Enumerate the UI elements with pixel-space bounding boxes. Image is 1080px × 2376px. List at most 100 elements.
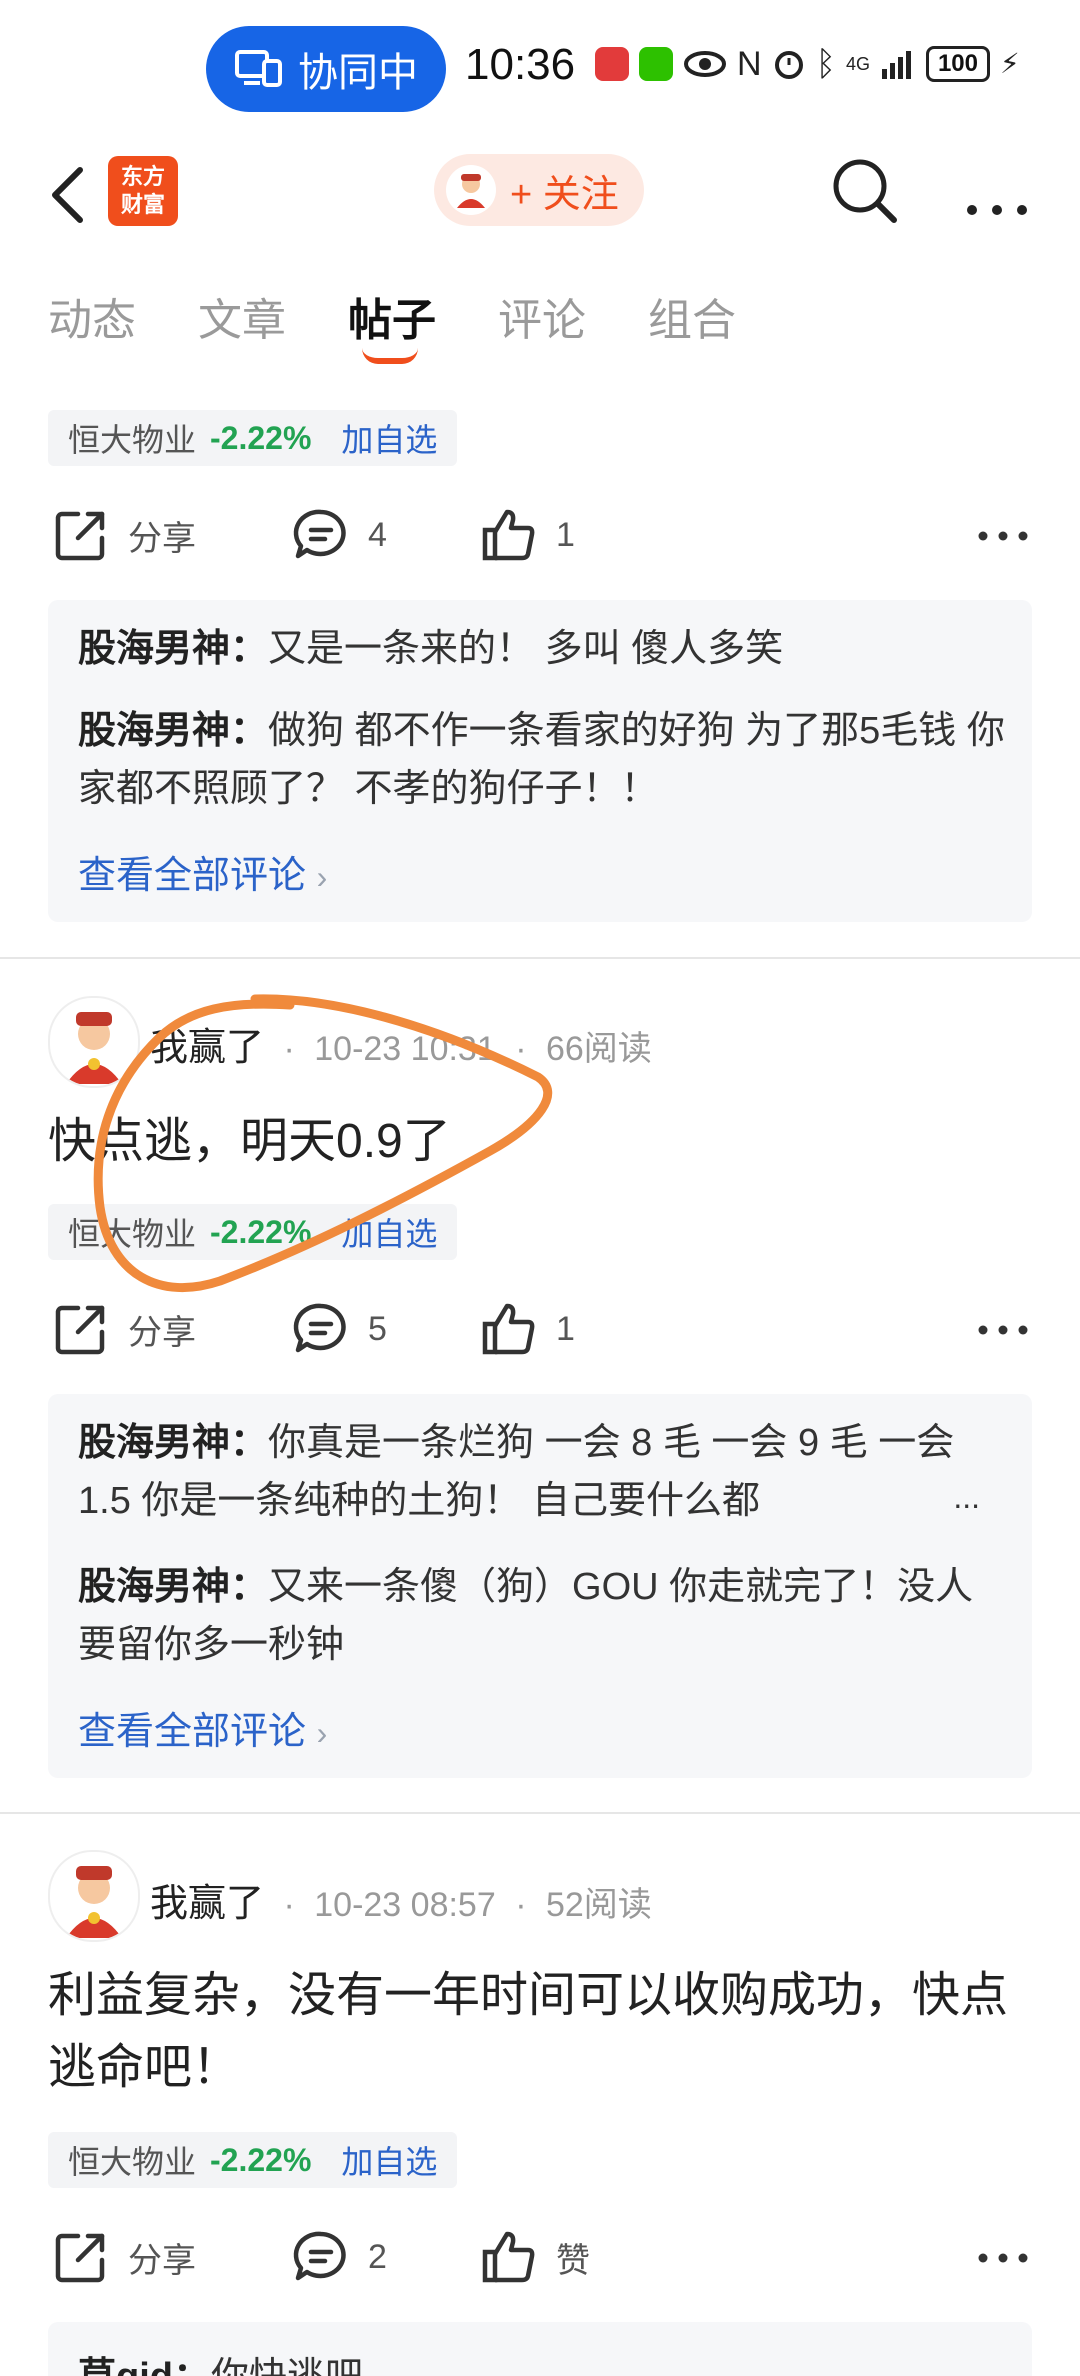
more-options-button[interactable] <box>962 160 1032 230</box>
avatar[interactable] <box>48 1850 140 1942</box>
meta-separator: · <box>515 1030 527 1068</box>
comment-button[interactable]: 2 <box>292 2228 387 2286</box>
stock-name: 恒大物业 <box>68 1216 197 1252</box>
god-of-wealth-avatar-icon <box>446 165 496 215</box>
comment-count: 4 <box>368 515 387 554</box>
comment-author[interactable]: 草gid： <box>78 2356 211 2376</box>
comment-author[interactable]: 股海男神： <box>78 1422 268 1464</box>
share-button[interactable]: 分享 <box>52 1300 196 1358</box>
follow-label: + 关注 <box>510 173 619 216</box>
thumbs-up-icon <box>482 1303 535 1355</box>
follow-button[interactable]: + 关注 <box>434 154 644 226</box>
profile-tabs: 动态 文章 帖子 评论 组合 <box>0 270 1080 370</box>
wechat-icon <box>639 47 673 81</box>
stock-name: 恒大物业 <box>68 422 197 458</box>
comment-item[interactable]: 股海男神：做狗 都不作一条看家的好狗 为了那5毛钱 你家都不照顾了？ 不孝的狗仔… <box>78 702 1008 818</box>
more-dots-icon <box>978 2253 1028 2263</box>
chevron-right-icon: › <box>316 1715 328 1751</box>
add-watchlist-link[interactable]: 加自选 <box>341 1209 437 1255</box>
like-count: 1 <box>556 1309 575 1348</box>
stock-change: -2.22% <box>210 419 312 456</box>
share-button[interactable]: 分享 <box>52 506 196 564</box>
signal-icon: 4G <box>846 55 870 73</box>
view-all-label: 查看全部评论 <box>78 855 307 897</box>
like-button[interactable]: 1 <box>480 506 575 564</box>
tab-posts[interactable]: 帖子 <box>348 284 436 348</box>
username[interactable]: 我赢了 <box>150 1883 264 1925</box>
back-button[interactable] <box>40 160 100 230</box>
comment-count: 2 <box>368 2237 387 2276</box>
view-all-comments-link[interactable]: 查看全部评论 › <box>78 844 327 899</box>
bluetooth-icon: ᛒ <box>815 45 836 83</box>
tab-dynamics[interactable]: 动态 <box>48 284 136 348</box>
stock-tag[interactable]: 恒大物业 -2.22% 加自选 <box>48 2132 458 2188</box>
comment-text: 又是一条来的！ 多叫 傻人多笑 <box>268 628 784 670</box>
comment-author[interactable]: 股海男神： <box>78 628 268 670</box>
multi-device-icon <box>235 50 282 87</box>
view-all-label: 查看全部评论 <box>78 1711 307 1753</box>
tab-comments[interactable]: 评论 <box>498 284 586 348</box>
collab-label: 协同中 <box>298 51 418 95</box>
share-label: 分享 <box>128 1313 196 1352</box>
comment-icon <box>293 1303 346 1353</box>
like-count: 1 <box>556 515 575 554</box>
stock-tag[interactable]: 恒大物业 -2.22% 加自选 <box>48 1204 458 1260</box>
comment-button[interactable]: 4 <box>292 506 387 564</box>
post-more-button[interactable] <box>975 2230 1031 2286</box>
post-actions: 分享 5 1 <box>0 1290 1080 1370</box>
username[interactable]: 我赢了 <box>150 1027 264 1069</box>
signal-bars-icon <box>881 51 911 79</box>
huawei-app-icon <box>595 47 629 81</box>
more-dots-icon <box>978 531 1028 541</box>
meta-separator: · <box>283 1886 295 1924</box>
chevron-left-icon <box>52 167 83 223</box>
collab-pill[interactable]: 协同中 <box>206 26 446 112</box>
comment-item[interactable]: 股海男神：又是一条来的！ 多叫 傻人多笑 <box>78 620 1008 678</box>
share-icon <box>55 1305 105 1355</box>
share-icon <box>55 511 105 561</box>
logo-line2: 财富 <box>120 192 165 217</box>
view-all-comments-link[interactable]: 查看全部评论 › <box>78 1700 327 1755</box>
stock-tag[interactable]: 恒大物业 -2.22% 加自选 <box>48 410 458 466</box>
charging-icon: ⚡ <box>999 48 1020 79</box>
post-body[interactable]: 利益复杂，没有一年时间可以收购成功，快点逃命吧！ <box>48 1960 1032 2104</box>
post-divider <box>0 957 1080 959</box>
comment-button[interactable]: 5 <box>292 1300 387 1358</box>
search-button[interactable] <box>830 156 900 226</box>
tab-portfolio[interactable]: 组合 <box>648 284 736 348</box>
post-actions: 分享 2 赞 <box>0 2218 1080 2298</box>
app-screen: 协同中 10:36 N ᛒ 4G 100 ⚡ 东方 财富 + 关注 动态 文章 … <box>0 0 1080 2376</box>
like-button[interactable]: 1 <box>480 1300 575 1358</box>
logo-line1: 东方 <box>120 164 165 189</box>
like-button[interactable]: 赞 <box>480 2228 590 2286</box>
post-divider <box>0 1812 1080 1814</box>
avatar[interactable] <box>48 996 140 1088</box>
thumbs-up-icon <box>482 509 535 561</box>
like-label: 赞 <box>556 2241 590 2280</box>
active-tab-indicator <box>362 348 418 364</box>
comment-item[interactable]: 股海男神：你真是一条烂狗 一会 8 毛 一会 9 毛 一会 1.5 你是一条纯种… <box>78 1414 1008 1530</box>
comment-item[interactable]: 股海男神：又来一条傻（狗）GOU 你走就完了！没人要留你多一秒钟 <box>78 1558 1008 1674</box>
comment-item[interactable]: 草gid：你快逃吧 <box>78 2348 1008 2376</box>
comment-author[interactable]: 股海男神： <box>78 710 268 752</box>
comment-count: 5 <box>368 1309 387 1348</box>
meta-separator: · <box>515 1886 527 1924</box>
nav-bar: 东方 财富 + 关注 <box>0 140 1080 250</box>
read-count: 66阅读 <box>545 1030 652 1068</box>
eastmoney-logo: 东方 财富 <box>108 156 178 226</box>
more-dots-icon <box>967 205 1027 215</box>
comment-author[interactable]: 股海男神： <box>78 1566 268 1608</box>
post-more-button[interactable] <box>975 508 1031 564</box>
add-watchlist-link[interactable]: 加自选 <box>341 415 437 461</box>
add-watchlist-link[interactable]: 加自选 <box>341 2137 437 2183</box>
post-more-button[interactable] <box>975 1302 1031 1358</box>
post-meta: 我赢了 · 10-23 08:57 · 52阅读 <box>150 1872 652 1927</box>
post-time: 10-23 08:57 <box>314 1886 496 1924</box>
god-of-wealth-avatar-icon <box>66 1012 122 1084</box>
comment-preview-box: 股海男神：又是一条来的！ 多叫 傻人多笑 股海男神：做狗 都不作一条看家的好狗 … <box>48 600 1032 922</box>
eye-icon <box>684 51 726 77</box>
post-body[interactable]: 快点逃，明天0.9了 <box>48 1106 1032 1178</box>
comment-preview-box: 股海男神：你真是一条烂狗 一会 8 毛 一会 9 毛 一会 1.5 你是一条纯种… <box>48 1394 1032 1778</box>
tab-articles[interactable]: 文章 <box>198 284 286 348</box>
share-button[interactable]: 分享 <box>52 2228 196 2286</box>
